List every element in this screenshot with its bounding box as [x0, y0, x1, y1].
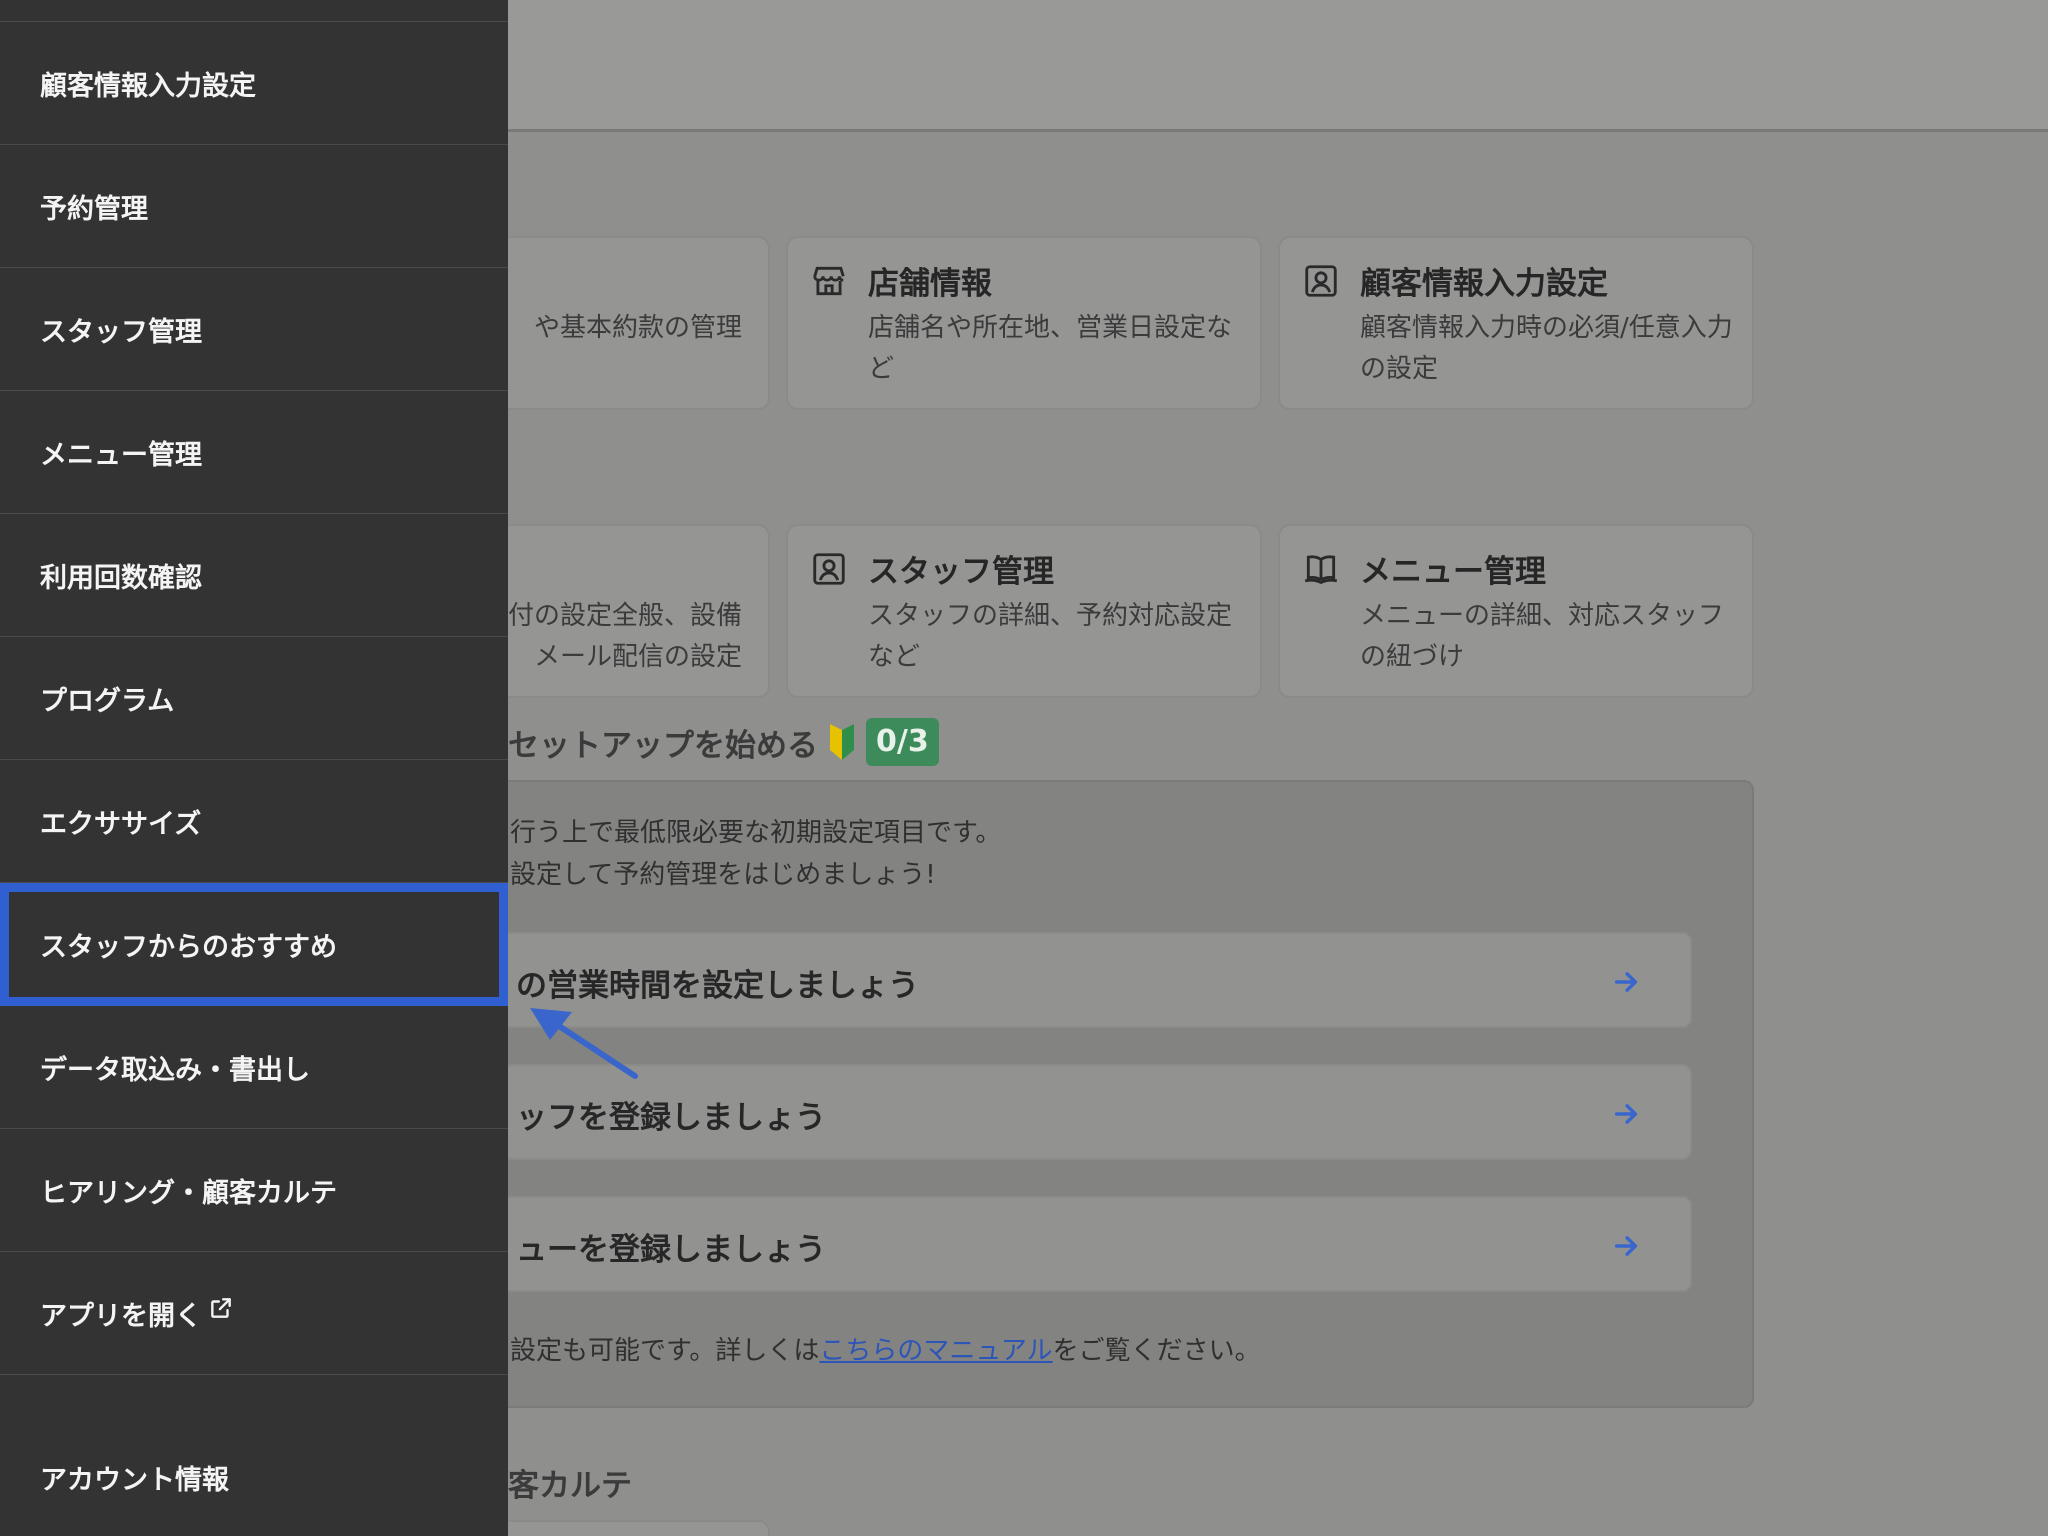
setup-intro-line2: 設定して予約管理をはじめましょう!: [510, 860, 936, 890]
settings-card-partial[interactable]: [480, 1520, 770, 1536]
arrow-right-icon: [1614, 1104, 1638, 1124]
sidebar-item-data-import-export[interactable]: データ取込み・書出し: [0, 1006, 508, 1129]
person-icon: [1305, 265, 1337, 297]
setup-panel: 行う上で最低限必要な初期設定項目です。 設定して予約管理をはじめましょう! の営…: [480, 780, 1754, 1408]
card-title: メニュー管理: [1360, 554, 1546, 590]
footer-text-prefix: 設定も可能です。詳しくは: [510, 1336, 820, 1366]
settings-card-menu[interactable]: メニュー管理 メニューの詳細、対応スタッフの紐づけ: [1278, 524, 1754, 698]
sidebar-item-open-app[interactable]: アプリを開く: [0, 1252, 508, 1375]
sidebar-item-label: メニュー管理: [40, 439, 202, 471]
arrow-right-icon: [1614, 1236, 1638, 1256]
annotation-arrow-icon: [530, 1008, 638, 1079]
sidebar-item-label: スタッフ管理: [40, 316, 202, 348]
setup-footer: 設定も可能です。詳しくはこちらのマニュアルをご覧ください。: [510, 1330, 1261, 1367]
setup-task-register-staff[interactable]: ッフを登録しましょう: [502, 1064, 1692, 1160]
settings-card-terms[interactable]: や基本約款の管理: [480, 236, 770, 410]
card-description: 店舗名や所在地、営業日設定など: [868, 313, 1233, 384]
card-description: 顧客情報入力時の必須/任意入力の設定: [1360, 313, 1733, 384]
card-title: スタッフ管理: [868, 554, 1054, 590]
task-label: ューを登録しましょう: [516, 1232, 826, 1268]
sidebar-item-label: 顧客情報入力設定: [40, 70, 256, 102]
store-icon: [813, 266, 845, 296]
card-description-line1: 付の設定全般、設備: [507, 601, 742, 631]
sidebar-item-program[interactable]: プログラム: [0, 637, 508, 760]
sidebar-drawer: 顧客情報入力設定 予約管理 スタッフ管理 メニュー管理 利用回数確認 プログラム…: [0, 0, 508, 1536]
sidebar-item-label: 予約管理: [40, 193, 148, 225]
sidebar-item-label: プログラム: [40, 685, 175, 717]
task-label: ッフを登録しましょう: [516, 1100, 826, 1136]
external-link-icon: [211, 1298, 231, 1318]
card-title: 顧客情報入力設定: [1360, 266, 1608, 302]
sidebar-item-account-info[interactable]: アカウント情報: [0, 1418, 508, 1536]
settings-card-store-info[interactable]: 店舗情報 店舗名や所在地、営業日設定など: [786, 236, 1262, 410]
sidebar-item-hearing-karte[interactable]: ヒアリング・顧客カルテ: [0, 1129, 508, 1252]
setup-heading: セットアップを始める 0/3: [508, 718, 939, 766]
setup-task-register-menu[interactable]: ューを登録しましょう: [502, 1196, 1692, 1292]
settings-card-staff[interactable]: スタッフ管理 スタッフの詳細、予約対応設定など: [786, 524, 1262, 698]
task-label: の営業時間を設定しましょう: [516, 968, 919, 1004]
card-description: や基本約款の管理: [533, 313, 742, 343]
sidebar-item-reservations[interactable]: 予約管理: [0, 145, 508, 268]
sidebar-item-label: 利用回数確認: [40, 562, 202, 594]
sidebar-item-label: スタッフからのおすすめ: [40, 931, 337, 963]
card-description: スタッフの詳細、予約対応設定など: [868, 601, 1233, 672]
settings-card-reservation[interactable]: 付の設定全般、設備 メール配信の設定: [480, 524, 770, 698]
sidebar-item-menu[interactable]: メニュー管理: [0, 391, 508, 514]
sidebar-item-staff-recommendations[interactable]: スタッフからのおすすめ: [0, 883, 508, 1006]
setup-title: セットアップを始める: [508, 727, 818, 764]
beginner-mark-icon: [830, 724, 854, 760]
sidebar-item-usage-count[interactable]: 利用回数確認: [0, 514, 508, 637]
arrow-right-icon: [1614, 972, 1638, 992]
setup-intro-line1: 行う上で最低限必要な初期設定項目です。: [510, 818, 1002, 848]
card-description-line2: メール配信の設定: [533, 642, 742, 672]
manual-link[interactable]: こちらのマニュアル: [819, 1336, 1052, 1366]
book-icon: [1304, 555, 1338, 585]
settings-card-customer-input[interactable]: 顧客情報入力設定 顧客情報入力時の必須/任意入力の設定: [1278, 236, 1754, 410]
sidebar-item-label: アカウント情報: [40, 1464, 229, 1496]
setup-progress-badge: 0/3: [866, 718, 939, 766]
sidebar-item-label: ヒアリング・顧客カルテ: [40, 1177, 337, 1209]
person-icon: [813, 553, 845, 585]
card-description: メニューの詳細、対応スタッフの紐づけ: [1360, 601, 1725, 672]
sidebar-top-divider: [0, 0, 508, 22]
sidebar-item-exercise[interactable]: エクササイズ: [0, 760, 508, 883]
screen: や基本約款の管理 店舗情報 店舗名や所在地、営業日設定など 顧客情報入力設定 顧…: [0, 0, 2048, 1536]
footer-text-suffix: をご覧ください。: [1052, 1336, 1261, 1366]
sidebar-item-label: アプリを開く: [40, 1300, 202, 1332]
sidebar-item-customer-input-settings[interactable]: 顧客情報入力設定: [0, 22, 508, 145]
sidebar-item-staff[interactable]: スタッフ管理: [0, 268, 508, 391]
card-title: 店舗情報: [868, 266, 992, 302]
setup-task-business-hours[interactable]: の営業時間を設定しましょう: [502, 932, 1692, 1028]
setup-intro: 行う上で最低限必要な初期設定項目です。 設定して予約管理をはじめましょう!: [510, 812, 1001, 896]
section-title-karte: 客カルテ: [508, 1468, 632, 1504]
sidebar-item-label: データ取込み・書出し: [40, 1054, 310, 1086]
sidebar-item-label: エクササイズ: [40, 808, 202, 840]
